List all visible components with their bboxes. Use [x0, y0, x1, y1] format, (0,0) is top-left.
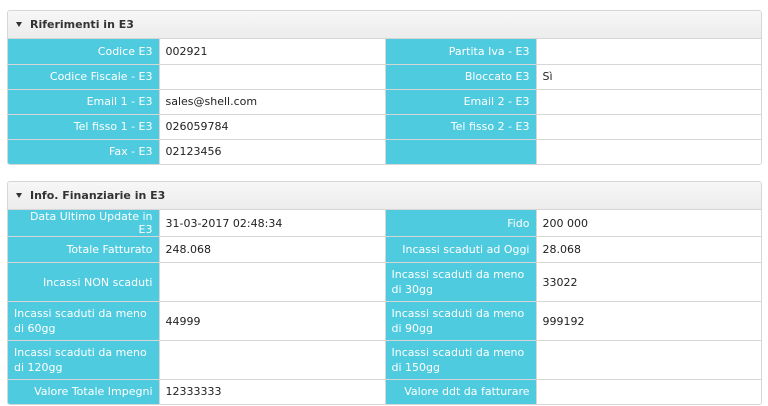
field-value: 44999 [158, 301, 386, 341]
table-row: Incassi NON scaduti Incassi scaduti da m… [8, 262, 761, 302]
table-row: Email 1 - E3 sales@shell.com Email 2 - E… [8, 88, 761, 115]
field-value: 28.068 [535, 236, 761, 263]
table-row: Codice Fiscale - E3 Bloccato E3 Sì [8, 63, 761, 90]
field-label: Valore Totale Impegni [8, 379, 160, 404]
riferimenti-panel-header[interactable]: Riferimenti in E3 [8, 11, 761, 39]
field-value: 12333333 [158, 379, 386, 404]
table-row: Incassi scaduti da meno di 60gg 44999 In… [8, 301, 761, 341]
field-label: Email 1 - E3 [8, 88, 160, 115]
field-value: 026059784 [158, 113, 386, 140]
field-value [535, 138, 761, 164]
field-value: 33022 [535, 262, 761, 302]
field-value [535, 39, 761, 65]
field-value: 200 000 [535, 210, 761, 237]
field-label [384, 138, 537, 164]
table-row: Fax - E3 02123456 [8, 138, 761, 164]
field-label: Incassi scaduti da meno di 60gg [8, 301, 160, 341]
field-value [535, 88, 761, 115]
field-label: Partita Iva - E3 [384, 39, 537, 65]
finanziarie-title: Info. Finanziarie in E3 [30, 189, 166, 202]
field-label: Incassi scaduti da meno di 90gg [384, 301, 537, 341]
table-row: Totale Fatturato 248.068 Incassi scaduti… [8, 236, 761, 263]
field-value [535, 113, 761, 140]
field-value: 248.068 [158, 236, 386, 263]
field-value [158, 262, 386, 302]
table-row: Incassi scaduti da meno di 120gg Incassi… [8, 340, 761, 380]
riferimenti-panel: Riferimenti in E3 Codice E3 002921 Parti… [7, 10, 762, 165]
field-value: Sì [535, 63, 761, 90]
field-value [535, 379, 761, 404]
riferimenti-title: Riferimenti in E3 [30, 18, 134, 31]
field-label: Email 2 - E3 [384, 88, 537, 115]
collapse-caret-icon[interactable] [16, 193, 22, 198]
field-label: Fax - E3 [8, 138, 160, 164]
field-value: 02123456 [158, 138, 386, 164]
field-label: Incassi scaduti da meno di 120gg [8, 340, 160, 380]
field-value: 002921 [158, 39, 386, 65]
field-label: Tel fisso 1 - E3 [8, 113, 160, 140]
field-value: 31-03-2017 02:48:34 [158, 210, 386, 237]
finanziarie-panel-header[interactable]: Info. Finanziarie in E3 [8, 182, 761, 210]
riferimenti-table: Codice E3 002921 Partita Iva - E3 Codice… [8, 39, 761, 164]
field-value: sales@shell.com [158, 88, 386, 115]
table-row: Valore Totale Impegni 12333333 Valore dd… [8, 379, 761, 404]
field-label: Codice E3 [8, 39, 160, 65]
table-row: Tel fisso 1 - E3 026059784 Tel fisso 2 -… [8, 113, 761, 140]
field-label: Bloccato E3 [384, 63, 537, 90]
field-label: Fido [384, 210, 537, 237]
field-value: 999192 [535, 301, 761, 341]
field-label: Incassi scaduti da meno di 150gg [384, 340, 537, 380]
field-label: Totale Fatturato [8, 236, 160, 263]
field-label: Tel fisso 2 - E3 [384, 113, 537, 140]
finanziarie-table: Data Ultimo Update in E3 31-03-2017 02:4… [8, 210, 761, 404]
finanziarie-panel: Info. Finanziarie in E3 Data Ultimo Upda… [7, 181, 762, 405]
field-label: Data Ultimo Update in E3 [8, 210, 160, 237]
table-row: Codice E3 002921 Partita Iva - E3 [8, 39, 761, 65]
field-label: Codice Fiscale - E3 [8, 63, 160, 90]
field-label: Valore ddt da fatturare [384, 379, 537, 404]
collapse-caret-icon[interactable] [16, 22, 22, 27]
field-label: Incassi scaduti ad Oggi [384, 236, 537, 263]
field-label: Incassi scaduti da meno di 30gg [384, 262, 537, 302]
field-value [535, 340, 761, 380]
field-value [158, 63, 386, 90]
field-value [158, 340, 386, 380]
table-row: Data Ultimo Update in E3 31-03-2017 02:4… [8, 210, 761, 237]
field-label: Incassi NON scaduti [8, 262, 160, 302]
